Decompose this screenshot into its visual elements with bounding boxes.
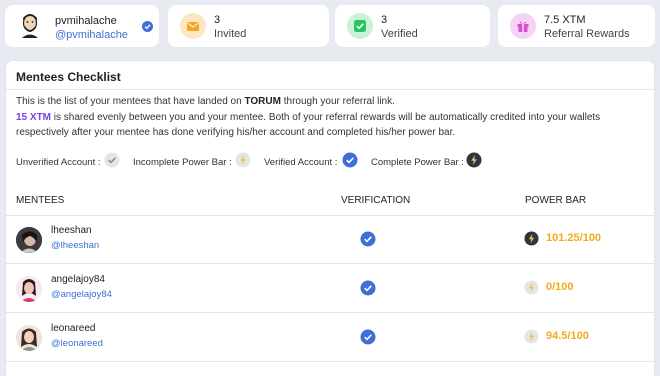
rewards-value: 7.5 XTM: [544, 14, 586, 26]
check-square-icon: [347, 13, 373, 39]
desc-prefix: This is the list of your mentees that ha…: [16, 96, 245, 107]
mentee-handle[interactable]: @lheeshan: [51, 240, 99, 251]
mentee-handle[interactable]: @angelajoy84: [51, 289, 112, 300]
mentee-name: angelajoy84: [51, 274, 105, 285]
bolt-dark-icon: [524, 231, 539, 246]
user-name: pvmihalache: [55, 15, 117, 27]
desc-suffix: through your referral link.: [280, 96, 395, 107]
verified-label: Verified: [381, 28, 418, 40]
reward-amount: 15 XTM: [16, 111, 52, 123]
legend-verified-label: Verified Account :: [264, 157, 338, 168]
bolt-grey-icon: [524, 329, 539, 344]
header-power-bar: POWER BAR: [525, 195, 587, 206]
power-bar-value: 101.25/100: [546, 232, 602, 244]
mentee-handle[interactable]: @leonareed: [51, 338, 103, 349]
verified-card: 3 Verified: [335, 5, 490, 47]
power-bar-value: 94.5/100: [546, 330, 589, 342]
mentee-name: leonareed: [51, 323, 96, 334]
envelope-icon: [180, 13, 206, 39]
verified-count: 3: [381, 14, 388, 26]
check-blue-icon: [342, 152, 358, 168]
gift-icon: [510, 13, 536, 39]
legend-incomplete-label: Incomplete Power Bar :: [133, 157, 232, 168]
power-bar-value: 0/100: [546, 281, 574, 293]
avatar[interactable]: [16, 227, 42, 253]
avatar[interactable]: [16, 276, 42, 302]
user-handle[interactable]: @pvmihalache: [55, 29, 128, 41]
mentee-name: lheeshan: [51, 225, 92, 236]
user-card[interactable]: pvmihalache @pvmihalache: [5, 5, 159, 47]
check-blue-icon: [360, 231, 376, 247]
verified-badge-icon: [142, 21, 153, 32]
invited-label: Invited: [214, 28, 247, 40]
brand-name: TORUM: [244, 96, 281, 107]
avatar[interactable]: [16, 325, 42, 351]
header-verification: VERIFICATION: [341, 195, 411, 206]
panel-title: Mentees Checklist: [16, 70, 121, 84]
check-blue-icon: [360, 329, 376, 345]
header-mentees: MENTEES: [16, 195, 65, 206]
row-divider: [6, 361, 654, 362]
table-row: lheeshan @lheeshan 101.25/100: [6, 215, 654, 263]
bolt-grey-icon: [524, 280, 539, 295]
divider: [6, 89, 654, 90]
desc-rest: is shared evenly between you and your me…: [16, 111, 601, 139]
rewards-label: Referral Rewards: [544, 28, 630, 40]
check-blue-icon: [360, 280, 376, 296]
rewards-card: 7.5 XTM Referral Rewards: [498, 5, 655, 47]
checklist-description: This is the list of your mentees that ha…: [16, 94, 636, 141]
check-grey-icon: [104, 152, 120, 168]
bolt-dark-icon: [466, 152, 482, 168]
mentees-checklist-panel: Mentees Checklist This is the list of yo…: [5, 60, 655, 376]
avatar: [22, 14, 38, 38]
bolt-grey-icon: [235, 152, 251, 168]
table-row: angelajoy84 @angelajoy84 0/100: [6, 264, 654, 312]
invited-card: 3 Invited: [168, 5, 329, 47]
legend-unverified-label: Unverified Account :: [16, 157, 101, 168]
table-row: leonareed @leonareed 94.5/100: [6, 313, 654, 361]
legend-complete-label: Complete Power Bar :: [371, 157, 464, 168]
invited-count: 3: [214, 14, 221, 26]
